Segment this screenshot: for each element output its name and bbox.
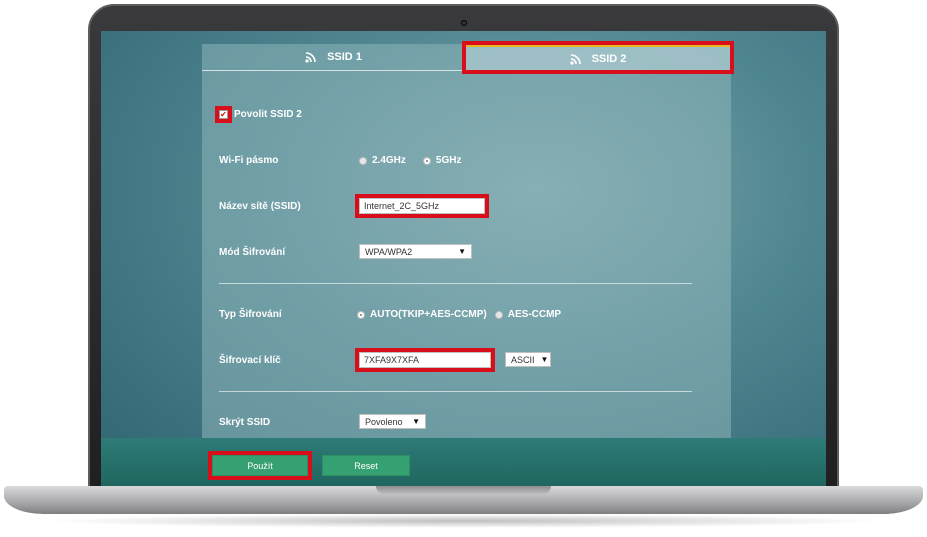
hide-ssid-select[interactable]: Povoleno ▼ — [359, 414, 426, 429]
ssid-label: Název sítě (SSID) — [219, 201, 301, 212]
band-5ghz-label: 5GHz — [435, 155, 462, 166]
button-bar-background — [101, 438, 826, 486]
key-label: Šifrovací klíč — [219, 355, 281, 366]
tab-ssid-2-label: SSID 2 — [591, 53, 627, 65]
band-label: Wi-Fi pásmo — [219, 155, 279, 166]
wifi-icon — [305, 52, 316, 63]
chevron-down-icon: ▼ — [540, 355, 549, 364]
tab-ssid-1-label: SSID 1 — [327, 51, 362, 63]
key-format-select[interactable]: ASCII ▼ — [505, 352, 551, 367]
band-2-4ghz-label: 2.4GHz — [372, 155, 406, 166]
enc-auto-label: AUTO(TKIP+AES-CCMP) — [370, 309, 487, 320]
ssid-input[interactable]: Internet_2C_5GHz — [355, 194, 489, 218]
key-input[interactable]: 7XFA9X7XFA — [355, 348, 495, 372]
laptop-base-notch — [376, 486, 551, 494]
laptop-shadow — [40, 514, 887, 528]
screen: SSID 1 SSID 2 ✔ Povolit SSID 2 Wi-Fi pás… — [101, 31, 826, 486]
divider — [219, 283, 692, 284]
enable-ssid-label: Povolit SSID 2 — [234, 109, 302, 120]
enable-ssid-row: ✔ Povolit SSID 2 — [215, 106, 302, 123]
apply-button[interactable]: Použít — [208, 451, 312, 480]
enc-auto-radio[interactable] — [357, 310, 365, 319]
mode-select-value: WPA/WPA2 — [365, 246, 413, 257]
enc-aes-radio[interactable] — [494, 310, 503, 319]
band-options: 2.4GHz 5GHz — [359, 155, 461, 166]
ssid-settings-panel: SSID 1 SSID 2 ✔ Povolit SSID 2 Wi-Fi pás… — [202, 41, 734, 438]
webcam — [461, 20, 467, 26]
chevron-down-icon: ▼ — [458, 247, 466, 256]
enc-type-options: AUTO(TKIP+AES-CCMP) AES-CCMP — [357, 309, 561, 320]
enc-aes-label: AES-CCMP — [507, 309, 562, 320]
ssid-tabs: SSID 1 SSID 2 — [202, 41, 734, 74]
enc-type-label: Typ Šifrování — [219, 309, 282, 320]
chevron-down-icon: ▼ — [412, 417, 420, 426]
mode-label: Mód Šifrování — [219, 247, 286, 258]
tab-ssid-2[interactable]: SSID 2 — [462, 41, 734, 74]
divider — [219, 391, 692, 392]
mode-select[interactable]: WPA/WPA2 ▼ — [359, 244, 472, 259]
key-format-value: ASCII — [511, 354, 535, 365]
tab-ssid-1[interactable]: SSID 1 — [202, 44, 465, 71]
hide-ssid-label: Skrýt SSID — [219, 417, 271, 428]
band-5ghz-radio[interactable] — [422, 156, 431, 165]
wifi-icon — [569, 54, 581, 65]
reset-button[interactable]: Reset — [322, 455, 410, 476]
band-2-4ghz-radio[interactable] — [359, 156, 367, 165]
enable-ssid-checkbox[interactable]: ✔ — [215, 106, 232, 123]
hide-ssid-value: Povoleno — [365, 416, 403, 427]
